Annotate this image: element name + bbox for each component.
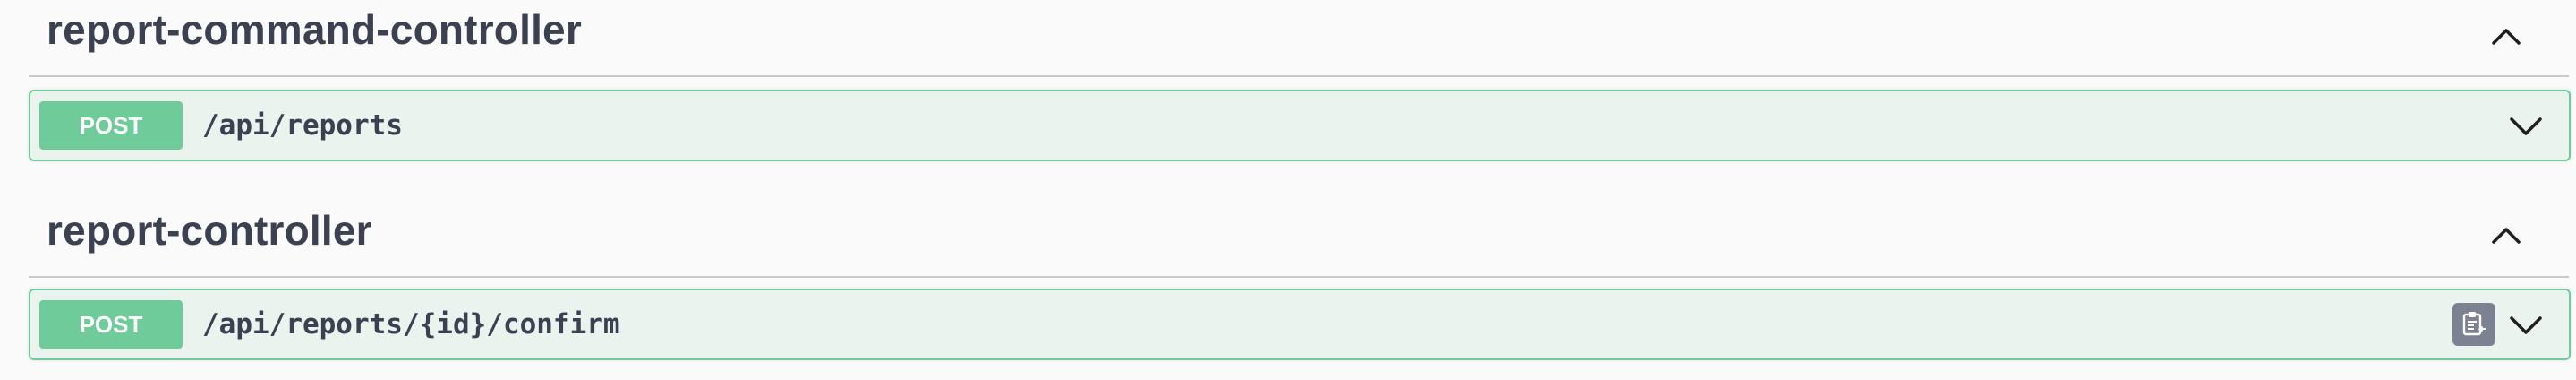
chevron-up-icon[interactable] (2486, 16, 2526, 56)
clipboard-icon (2462, 312, 2486, 336)
section-header-report-command-controller[interactable]: report-command-controller (29, 0, 2569, 77)
swagger-page: report-command-controller POST /api/repo… (0, 0, 2576, 380)
chevron-up-icon[interactable] (2486, 215, 2526, 255)
section-header-report-controller[interactable]: report-controller (29, 194, 2569, 278)
operation-path: /api/reports/{id}/confirm (202, 308, 620, 341)
operation-post-api-reports-id-confirm[interactable]: POST /api/reports/{id}/confirm (29, 289, 2571, 360)
section-title: report-controller (47, 207, 372, 254)
chevron-down-icon[interactable] (2506, 106, 2546, 145)
chevron-down-icon[interactable] (2506, 305, 2546, 344)
method-badge: POST (39, 101, 183, 150)
section-title: report-command-controller (47, 6, 582, 53)
operation-post-api-reports[interactable]: POST /api/reports (29, 90, 2571, 161)
method-badge: POST (39, 300, 183, 349)
operation-path: /api/reports (202, 109, 403, 142)
copy-to-clipboard-button[interactable] (2452, 303, 2495, 346)
